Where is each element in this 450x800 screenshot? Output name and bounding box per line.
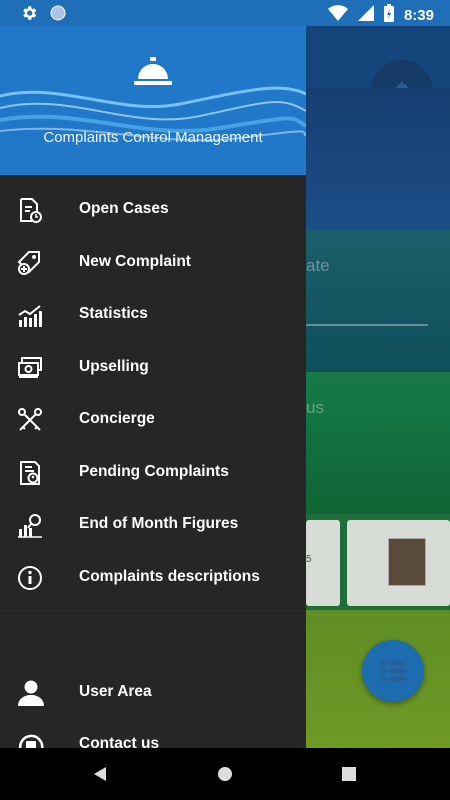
background-card — [306, 372, 450, 514]
info-icon — [17, 565, 43, 591]
menu-divider — [0, 613, 306, 614]
menu-item-end-of-month-figures[interactable]: End of Month Figures — [0, 498, 306, 551]
home-button[interactable] — [213, 762, 237, 786]
menu-item-open-cases[interactable]: Open Cases — [0, 183, 306, 236]
document-clock-icon — [17, 197, 43, 223]
back-icon — [94, 767, 106, 781]
menu-item-label: Statistics — [79, 305, 148, 323]
background-card — [306, 230, 450, 372]
chart-search-icon — [17, 512, 43, 538]
menu-item-label: New Complaint — [79, 252, 191, 270]
recents-button[interactable] — [337, 762, 361, 786]
menu-item-pending-complaints[interactable]: Pending Complaints — [0, 446, 306, 499]
drawer-menu: Open Cases New Complaint Statistics Upse… — [0, 183, 306, 603]
bar-chart-icon — [17, 302, 43, 328]
status-bar: 8:39 — [0, 0, 450, 26]
menu-item-statistics[interactable]: Statistics — [0, 288, 306, 341]
user-icon — [17, 679, 45, 707]
wifi-icon — [327, 5, 348, 26]
list-fab-button[interactable] — [362, 640, 424, 702]
service-bell-icon — [133, 57, 173, 92]
background-text: ate — [306, 256, 330, 275]
back-button[interactable] — [88, 762, 112, 786]
menu-item-upselling[interactable]: Upselling — [0, 341, 306, 394]
menu-item-label: Upselling — [79, 357, 149, 375]
background-card — [306, 88, 450, 230]
background-thumbnail-text: 5 — [306, 554, 312, 565]
tag-add-icon — [17, 250, 43, 276]
list-icon — [380, 660, 406, 682]
menu-item-label: Contact us — [79, 735, 160, 748]
menu-item-label: User Area — [79, 683, 152, 700]
menu-item-label: Complaints descriptions — [79, 567, 260, 585]
document-person-icon — [17, 460, 43, 486]
drawer-header: Complaints Control Management — [0, 26, 306, 175]
cellular-icon — [357, 5, 374, 26]
circle-icon — [50, 5, 66, 26]
clock: 8:39 — [403, 6, 434, 24]
system-navigation-bar — [0, 748, 450, 800]
battery-charging-icon — [383, 4, 394, 27]
menu-item-concierge[interactable]: Concierge — [0, 393, 306, 446]
menu-item-contact-us[interactable]: Contact us — [0, 718, 306, 748]
contact-icon — [17, 731, 45, 748]
menu-item-label: Pending Complaints — [79, 462, 229, 480]
navigation-drawer: Complaints Control Management Open Cases… — [0, 26, 306, 748]
recents-icon — [342, 767, 356, 781]
home-icon — [218, 767, 232, 781]
menu-item-user-area[interactable]: User Area — [0, 666, 306, 718]
menu-item-label: Concierge — [79, 410, 155, 428]
drawer-bottom-menu: User Area Contact us — [0, 666, 306, 748]
settings-icon — [20, 4, 38, 27]
background-thumbnail: 5 — [306, 520, 340, 606]
background-divider — [306, 324, 428, 326]
menu-item-label: End of Month Figures — [79, 515, 239, 533]
menu-item-new-complaint[interactable]: New Complaint — [0, 236, 306, 289]
crossed-keys-icon — [17, 407, 43, 433]
menu-item-complaints-descriptions[interactable]: Complaints descriptions — [0, 551, 306, 604]
cash-icon — [17, 355, 43, 381]
menu-item-label: Open Cases — [79, 200, 169, 218]
background-thumbnail — [347, 520, 450, 606]
background-photo — [388, 538, 426, 586]
background-text: us — [306, 398, 324, 417]
app-title: Complaints Control Management — [43, 129, 263, 146]
